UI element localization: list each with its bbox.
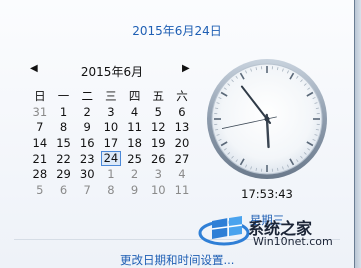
weekday-header: 五 xyxy=(152,89,165,103)
day-cell[interactable]: 21 xyxy=(28,151,52,167)
day-cell[interactable]: 1 xyxy=(99,166,123,182)
day-cell[interactable]: 2 xyxy=(123,166,147,182)
day-cell[interactable]: 31 xyxy=(28,104,52,120)
watermark-logo-icon xyxy=(198,216,250,246)
day-cell[interactable]: 27 xyxy=(170,151,194,167)
day-cell[interactable]: 1 xyxy=(52,104,76,120)
day-cell[interactable]: 4 xyxy=(123,104,147,120)
day-cell[interactable]: 20 xyxy=(170,135,194,151)
weekday-header-row: 日 一 二 三 四 五 六 xyxy=(28,88,194,104)
day-cell[interactable]: 5 xyxy=(146,104,170,120)
day-cell[interactable]: 12 xyxy=(146,120,170,136)
day-cell[interactable]: 3 xyxy=(146,166,170,182)
day-cell[interactable]: 28 xyxy=(28,166,52,182)
day-cell[interactable]: 25 xyxy=(123,151,147,167)
day-cell[interactable]: 8 xyxy=(52,120,76,136)
day-cell[interactable]: 3 xyxy=(99,104,123,120)
day-cell[interactable]: 22 xyxy=(52,151,76,167)
day-cell[interactable]: 17 xyxy=(99,135,123,151)
day-cell[interactable]: 6 xyxy=(170,104,194,120)
day-cell[interactable]: 9 xyxy=(75,120,99,136)
day-cell[interactable]: 15 xyxy=(52,135,76,151)
next-month-icon[interactable]: ▶ xyxy=(182,63,190,74)
day-cell[interactable]: 23 xyxy=(75,151,99,167)
digital-time: 17:53:43 xyxy=(241,187,293,201)
week-row: 7 8 9 10 11 12 13 xyxy=(28,120,194,136)
weekday-header: 一 xyxy=(57,89,70,103)
day-cell[interactable]: 29 xyxy=(52,166,76,182)
week-row: 28 29 30 1 2 3 4 xyxy=(28,166,194,182)
day-cell[interactable]: 13 xyxy=(170,120,194,136)
watermark: 系统之家 Win10net.com xyxy=(198,213,358,249)
day-cell[interactable]: 9 xyxy=(123,182,147,198)
weekday-header: 三 xyxy=(105,89,117,103)
day-cell[interactable]: 30 xyxy=(75,166,99,182)
day-cell[interactable]: 2 xyxy=(75,104,99,120)
calendar-grid: 日 一 二 三 四 五 六 31 1 2 3 4 5 6 7 8 9 10 11… xyxy=(28,88,194,198)
day-cell[interactable]: 19 xyxy=(146,135,170,151)
day-cell[interactable]: 7 xyxy=(28,120,52,136)
day-cell[interactable]: 18 xyxy=(123,135,147,151)
weekday-header: 六 xyxy=(176,89,188,103)
day-cell[interactable]: 10 xyxy=(146,182,170,198)
day-cell[interactable]: 26 xyxy=(146,151,170,167)
week-row: 21 22 23 24 25 26 27 xyxy=(28,151,194,167)
week-row: 14 15 16 17 18 19 20 xyxy=(28,135,194,151)
previous-month-icon[interactable]: ◀ xyxy=(30,63,38,74)
day-cell[interactable]: 7 xyxy=(75,182,99,198)
day-cell[interactable]: 14 xyxy=(28,135,52,151)
day-cell[interactable]: 16 xyxy=(75,135,99,151)
weekday-header: 日 xyxy=(34,89,46,103)
day-cell[interactable]: 11 xyxy=(123,120,147,136)
today-day-label: 24 xyxy=(100,151,122,167)
day-cell[interactable]: 6 xyxy=(52,182,76,198)
day-cell[interactable]: 5 xyxy=(28,182,52,198)
today-day-cell[interactable]: 24 xyxy=(99,151,123,167)
change-datetime-settings-link[interactable]: 更改日期和时间设置... xyxy=(120,252,234,268)
long-date-link[interactable]: 2015年6月24日 xyxy=(0,22,354,39)
month-label[interactable]: 2015年6月 xyxy=(62,63,162,80)
weekday-header: 二 xyxy=(81,89,93,103)
analog-clock xyxy=(207,59,327,179)
day-cell[interactable]: 10 xyxy=(99,120,123,136)
watermark-url: Win10net.com xyxy=(253,235,333,248)
day-cell[interactable]: 11 xyxy=(170,182,194,198)
day-cell[interactable]: 8 xyxy=(99,182,123,198)
weekday-header: 四 xyxy=(128,89,141,103)
month-navigation: ◀ 2015年6月 ▶ xyxy=(24,63,199,79)
week-row: 5 6 7 8 9 10 11 xyxy=(28,182,194,198)
day-cell[interactable]: 4 xyxy=(170,166,194,182)
week-row: 31 1 2 3 4 5 6 xyxy=(28,104,194,120)
clock-center-pin xyxy=(264,116,270,122)
